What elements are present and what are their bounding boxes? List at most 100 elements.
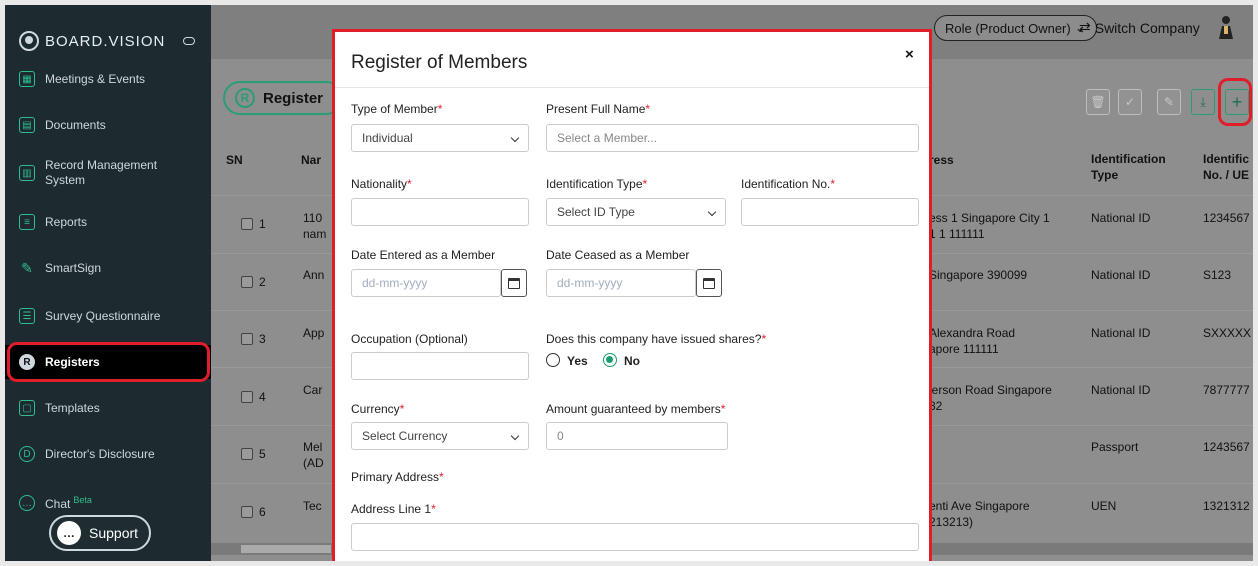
sidebar-item-survey[interactable]: ☰ Survey Questionnaire [5, 304, 211, 328]
support-chat-icon: … [57, 521, 81, 545]
nationality-input[interactable] [351, 198, 529, 226]
sidebar-item-chat[interactable]: … Chat Beta [5, 491, 211, 515]
highlight-registers [7, 342, 210, 382]
support-button[interactable]: … Support [49, 515, 151, 551]
issued-shares-no-radio[interactable] [603, 353, 617, 367]
sidebar-item-label: SmartSign [45, 261, 102, 275]
row-name: Car [303, 383, 323, 397]
primary-address-heading: Primary Address* [351, 470, 444, 484]
register-of-members-modal: Register of Members × Type of Member* In… [332, 29, 932, 561]
header-identification-type: Identification Type [1091, 152, 1166, 182]
occupation-input[interactable] [351, 352, 529, 380]
sidebar-item-directors-disclosure[interactable]: D Director's Disclosure [5, 442, 211, 466]
scrollbar-thumb[interactable] [241, 545, 331, 553]
app-window: BOARD.VISION ▦ Meetings & Events ▤ Docum… [5, 5, 1253, 561]
row-checkbox[interactable] [241, 218, 253, 230]
row-id-no: 1234567 [1203, 211, 1250, 225]
switch-company-label: Switch Company [1094, 19, 1200, 36]
nationality-label: Nationality* [351, 177, 412, 191]
row-id-no: 1243567 [1203, 440, 1250, 454]
date-ceased-label: Date Ceased as a Member [546, 248, 690, 262]
row-id-type: National ID [1091, 211, 1151, 225]
amount-guaranteed-label: Amount guaranteed by members* [546, 402, 726, 416]
identification-type-select[interactable]: Select ID Type [546, 198, 726, 226]
address-line-1-input[interactable] [351, 523, 919, 551]
approve-button[interactable]: ✓ [1118, 89, 1142, 115]
sidebar-item-label: Reports [45, 215, 88, 229]
header-identification-no: Identific No. / UE [1203, 152, 1250, 182]
sidebar-item-smartsign[interactable]: ✎ SmartSign [5, 256, 211, 280]
sidebar-item-label: Record Management System [45, 158, 158, 187]
amount-guaranteed-input[interactable]: 0 [546, 422, 728, 450]
row-address: lerson Road Singapore 32 [929, 383, 1052, 413]
beta-badge: Beta [73, 495, 92, 505]
row-id-type: National ID [1091, 383, 1151, 397]
brand-name: BOARD.VISION [45, 32, 166, 50]
present-full-name-select[interactable]: Select a Member... [546, 124, 919, 152]
user-avatar-icon[interactable] [1216, 15, 1236, 41]
header-address: ress [929, 153, 954, 167]
row-id-type: National ID [1091, 268, 1151, 282]
edit-button[interactable]: ✎ [1157, 89, 1181, 115]
row-checkbox[interactable] [241, 333, 253, 345]
download-button[interactable]: ⤓ [1191, 89, 1215, 115]
row-sn: 6 [259, 505, 266, 519]
row-sn: 1 [259, 217, 266, 231]
row-name: App [303, 326, 325, 340]
date-ceased-input[interactable]: dd-mm-yyyy [546, 269, 696, 297]
switch-company-button[interactable]: ⇄ Switch Company [1079, 19, 1200, 36]
currency-label: Currency* [351, 402, 405, 416]
row-id-type: Passport [1091, 440, 1139, 454]
date-entered-label: Date Entered as a Member [351, 248, 496, 262]
issued-shares-no-label[interactable]: No [624, 354, 640, 368]
row-id-no: 1321312 [1203, 499, 1250, 513]
currency-select[interactable]: Select Currency [351, 422, 529, 450]
row-checkbox[interactable] [241, 506, 253, 518]
support-label: Support [89, 525, 139, 541]
identification-no-input[interactable] [741, 198, 919, 226]
row-sn: 4 [259, 390, 266, 404]
row-id-no: 7877777 [1203, 383, 1250, 397]
survey-icon: ☰ [19, 308, 35, 324]
sidebar-item-label: Survey Questionnaire [45, 309, 161, 323]
date-entered-input[interactable]: dd-mm-yyyy [351, 269, 501, 297]
divider [335, 87, 929, 88]
role-dropdown[interactable]: Role (Product Owner) ⌄ [934, 15, 1097, 41]
sidebar-item-meetings[interactable]: ▦ Meetings & Events [5, 67, 211, 91]
documents-icon: ▤ [19, 117, 35, 133]
sidebar: BOARD.VISION ▦ Meetings & Events ▤ Docum… [5, 5, 211, 561]
row-checkbox[interactable] [241, 391, 253, 403]
brand-logo[interactable]: BOARD.VISION [19, 31, 196, 51]
row-id-no: S123 [1203, 268, 1232, 282]
close-button[interactable]: × [905, 46, 914, 63]
address-line-1-label: Address Line 1* [351, 502, 436, 516]
row-address: enti Ave Singapore 213213) [929, 499, 1030, 529]
occupation-label: Occupation (Optional) [351, 332, 468, 346]
header-sn: SN [226, 153, 243, 167]
issued-shares-yes-label[interactable]: Yes [567, 354, 588, 368]
row-checkbox[interactable] [241, 448, 253, 460]
pencil-icon: ✎ [1163, 95, 1175, 109]
row-checkbox[interactable] [241, 276, 253, 288]
disclosure-icon: D [19, 446, 35, 462]
date-ceased-calendar-button[interactable] [696, 269, 722, 297]
sidebar-item-templates[interactable]: ▢ Templates [5, 396, 211, 420]
delete-button[interactable]: 🗑 [1086, 89, 1110, 115]
present-full-name-label: Present Full Name* [546, 102, 651, 116]
type-of-member-select[interactable]: Individual [351, 124, 529, 152]
sidebar-item-record-management[interactable]: ▥ Record Management System [5, 157, 211, 189]
highlight-add-button [1218, 78, 1252, 126]
row-sn: 5 [259, 447, 266, 461]
registers-title-pill: R Register [223, 81, 343, 115]
sidebar-item-reports[interactable]: ≡ Reports [5, 210, 211, 234]
date-entered-calendar-button[interactable] [501, 269, 527, 297]
sidebar-item-documents[interactable]: ▤ Documents [5, 113, 211, 137]
sidebar-item-label: Chat Beta [45, 495, 92, 511]
sidebar-toggle-icon[interactable] [183, 37, 196, 45]
issued-shares-yes-radio[interactable] [546, 353, 560, 367]
identification-type-label: Identification Type* [546, 177, 648, 191]
role-label: Role (Product Owner) [945, 20, 1071, 36]
row-name: Tec [303, 499, 322, 513]
header-name: Nar [301, 153, 322, 167]
row-address: Singapore 390099 [929, 268, 1028, 282]
